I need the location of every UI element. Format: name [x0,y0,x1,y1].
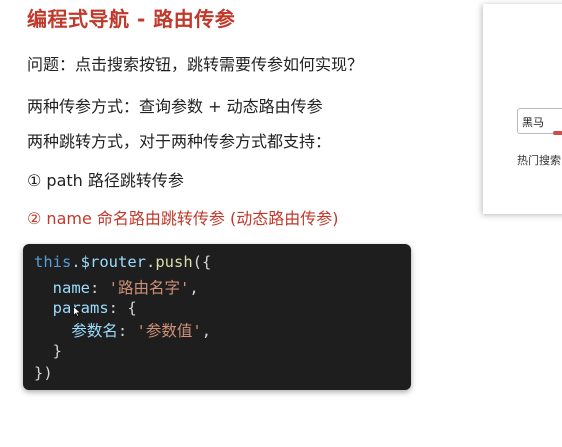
demo-preview-panel: 黑马 热门搜索 [483,4,562,214]
code-token-this: this [34,253,72,271]
demo-search-button[interactable] [553,131,562,135]
code-token-push: push [155,253,193,271]
jump-ways-text: 两种跳转方式，对于两种传参方式都支持： [27,132,332,151]
name-jump-item: ② name 命名路由跳转传参 (动态路由传参) [27,209,339,228]
param-ways-text: 两种传参方式：查询参数 + 动态路由传参 [27,97,323,116]
code-token-router: .$router [71,253,146,271]
question-text: 问题：点击搜索按钮，跳转需要传参如何实现？ [27,55,364,74]
code-token-colon: : [90,279,109,297]
code-token-dot: . [145,253,156,271]
code-token-name-key: name [52,279,90,297]
code-token-param-value: '参数值' [136,322,202,340]
mouse-cursor-icon [73,306,81,317]
demo-hot-search-label: 热门搜索 [517,154,561,167]
code-line: this.$router.push({ [34,253,211,271]
code-token-comma: , [189,279,199,297]
code-token-name-value: '路由名字' [108,279,190,297]
code-line: 参数名: '参数值', [34,319,211,341]
slide-title: 编程式导航 - 路由传参 [27,7,236,31]
code-token-param-key: 参数名 [71,322,118,340]
code-block: this.$router.push({ name: '路由名字', params… [23,244,411,390]
code-token-params-open: : { [108,299,137,317]
code-token-colon: : [117,322,137,340]
code-line: } [34,342,62,360]
code-line: params: { [34,299,137,317]
code-line: }) [34,364,53,382]
code-line: name: '路由名字', [34,276,199,298]
code-token-comma: , [201,322,212,340]
path-jump-item: ① path 路径跳转传参 [27,171,184,190]
code-token-open: ({ [192,253,212,271]
